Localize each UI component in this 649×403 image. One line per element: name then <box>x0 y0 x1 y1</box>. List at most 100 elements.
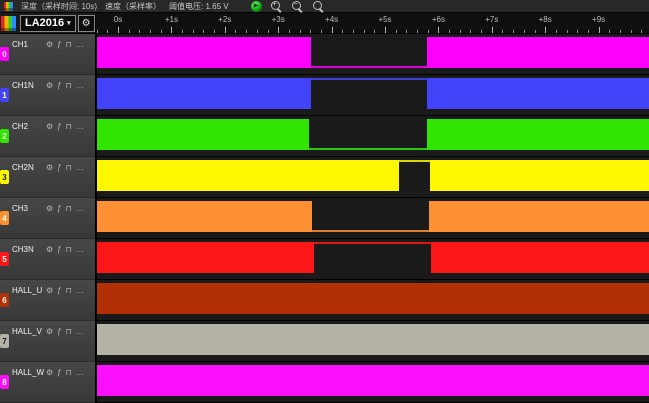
trigger-edge-icon[interactable]: ⊓ <box>66 327 72 336</box>
more-options-icon[interactable]: … <box>76 81 84 90</box>
channel-settings-icon[interactable]: ⚙ <box>46 286 53 295</box>
ruler-tick <box>129 30 130 33</box>
channel-settings-icon[interactable]: ⚙ <box>46 327 53 336</box>
ruler-label: +8s <box>539 15 552 24</box>
channel-row-ch3n[interactable]: 5CH3N⚙ƒ⊓… <box>0 239 95 280</box>
waveform-row-ch1[interactable] <box>97 34 649 75</box>
ruler-tick <box>300 30 301 33</box>
waveform-row-hall_v[interactable] <box>97 321 649 362</box>
channel-row-hall_w[interactable]: 8HALL_W⚙ƒ⊓… <box>0 362 95 403</box>
ruler-tick <box>203 30 204 33</box>
ruler-label: +3s <box>272 15 285 24</box>
ruler-label: +2s <box>218 15 231 24</box>
waveform-row-ch2[interactable] <box>97 116 649 157</box>
ruler-tick <box>535 30 536 33</box>
waveform-row-hall_u[interactable] <box>97 280 649 321</box>
trigger-edge-icon[interactable]: ⊓ <box>66 368 72 377</box>
ruler-tick <box>289 30 290 33</box>
measure-icon[interactable]: ƒ <box>57 368 61 377</box>
signal-burst <box>97 242 314 273</box>
channel-row-hall_u[interactable]: 6HALL_U⚙ƒ⊓… <box>0 280 95 321</box>
more-options-icon[interactable]: … <box>76 204 84 213</box>
ruler-tick <box>225 27 226 33</box>
gear-icon: ⚙ <box>82 18 91 29</box>
more-options-icon[interactable]: … <box>76 40 84 49</box>
channel-icons: ⚙ ƒ ⊓ … <box>46 368 84 377</box>
waveform-row-hall_w[interactable] <box>97 362 649 403</box>
measure-icon[interactable]: ƒ <box>57 245 61 254</box>
more-options-icon[interactable]: … <box>76 327 84 336</box>
signal-burst <box>97 78 311 109</box>
ruler-tick <box>374 30 375 33</box>
ruler-tick <box>406 30 407 33</box>
trigger-edge-icon[interactable]: ⊓ <box>66 245 72 254</box>
channel-settings-icon[interactable]: ⚙ <box>46 368 53 377</box>
more-options-icon[interactable]: … <box>76 368 84 377</box>
zoom-fit-icon[interactable] <box>312 0 325 13</box>
measure-icon[interactable]: ƒ <box>57 286 61 295</box>
channel-row-ch2n[interactable]: 3CH2N⚙ƒ⊓… <box>0 157 95 198</box>
measure-icon[interactable]: ƒ <box>57 163 61 172</box>
trigger-edge-icon[interactable]: ⊓ <box>66 204 72 213</box>
trigger-edge-icon[interactable]: ⊓ <box>66 286 72 295</box>
ruler-tick <box>182 30 183 33</box>
measure-icon[interactable]: ƒ <box>57 40 61 49</box>
channel-row-hall_v[interactable]: 7HALL_V⚙ƒ⊓… <box>0 321 95 362</box>
ruler-tick <box>364 30 365 33</box>
channel-row-ch2[interactable]: 2CH2⚙ƒ⊓… <box>0 116 95 157</box>
ruler-tick <box>492 27 493 33</box>
waveform-row-ch3n[interactable] <box>97 239 649 280</box>
channel-name: CH1 <box>12 40 46 49</box>
ruler-tick <box>417 30 418 33</box>
more-options-icon[interactable]: … <box>76 163 84 172</box>
channel-row-ch1n[interactable]: 1CH1N⚙ƒ⊓… <box>0 75 95 116</box>
channel-settings-icon[interactable]: ⚙ <box>46 245 53 254</box>
ruler-tick <box>171 27 172 33</box>
start-capture-button[interactable]: ▶ <box>251 1 262 12</box>
ruler-tick <box>107 30 108 33</box>
trigger-edge-icon[interactable]: ⊓ <box>66 163 72 172</box>
channel-settings-icon[interactable]: ⚙ <box>46 163 53 172</box>
timeline-ruler[interactable]: 0s+1s+2s+3s+4s+5s+6s+7s+8s+9s <box>95 13 649 33</box>
ruler-tick <box>577 30 578 33</box>
ruler-tick <box>470 30 471 33</box>
channel-settings-icon[interactable]: ⚙ <box>46 122 53 131</box>
waveform-row-ch3[interactable] <box>97 198 649 239</box>
play-icon: ▶ <box>254 3 259 9</box>
ruler-tick <box>502 30 503 33</box>
channel-row-ch3[interactable]: 4CH3⚙ƒ⊓… <box>0 198 95 239</box>
zoom-in-icon[interactable]: + <box>270 0 283 13</box>
sample-rate-label: 速度（采样率） <box>105 1 161 12</box>
zoom-out-icon[interactable]: − <box>291 0 304 13</box>
signal-burst <box>427 78 649 109</box>
ruler-tick <box>449 30 450 33</box>
device-settings-button[interactable]: ⚙ <box>78 15 95 32</box>
channel-row-ch1[interactable]: 0CH1⚙ƒ⊓… <box>0 34 95 75</box>
channel-number-badge: 3 <box>0 170 9 184</box>
ruler-tick <box>278 27 279 33</box>
measure-icon[interactable]: ƒ <box>57 81 61 90</box>
more-options-icon[interactable]: … <box>76 286 84 295</box>
measure-icon[interactable]: ƒ <box>57 327 61 336</box>
channel-settings-icon[interactable]: ⚙ <box>46 81 53 90</box>
trigger-edge-icon[interactable]: ⊓ <box>66 122 72 131</box>
measure-icon[interactable]: ƒ <box>57 204 61 213</box>
trigger-edge-icon[interactable]: ⊓ <box>66 81 72 90</box>
more-options-icon[interactable]: … <box>76 245 84 254</box>
waveform-area[interactable] <box>95 34 649 403</box>
channel-settings-icon[interactable]: ⚙ <box>46 40 53 49</box>
more-options-icon[interactable]: … <box>76 122 84 131</box>
chevron-down-icon: ▾ <box>67 19 71 27</box>
waveform-row-ch1n[interactable] <box>97 75 649 116</box>
depth-label: 深度（采样时间: 10s) <box>21 1 97 12</box>
signal-burst <box>97 324 649 355</box>
channel-settings-icon[interactable]: ⚙ <box>46 204 53 213</box>
signal-burst <box>427 119 649 150</box>
trigger-edge-icon[interactable]: ⊓ <box>66 40 72 49</box>
channel-icons: ⚙ ƒ ⊓ … <box>46 122 84 131</box>
device-selector[interactable]: LA2016 ▾ <box>20 15 76 32</box>
ruler-tick <box>97 30 98 33</box>
ruler-tick <box>609 30 610 33</box>
measure-icon[interactable]: ƒ <box>57 122 61 131</box>
waveform-row-ch2n[interactable] <box>97 157 649 198</box>
